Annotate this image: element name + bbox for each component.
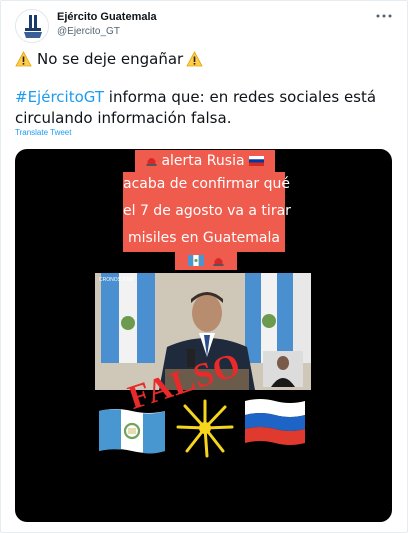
alarm-light-icon [213,254,224,266]
guatemala-flag-icon [188,254,205,266]
tweet-body: #EjércitoGT informa que: en redes social… [15,87,385,129]
tweet-card: Ejército Guatemala @Ejercito_GT No se de… [0,0,408,533]
alert-caption-box: acaba de confirmar qué el 7 de agosto va… [123,172,291,252]
alert-line-3: el 7 de agosto va a tirar [123,203,291,219]
display-name[interactable]: Ejército Guatemala [57,11,157,23]
tweet-first-line: No se deje engañar [15,50,203,68]
hashtag-link[interactable]: #EjércitoGT [15,88,104,106]
alert-line-4: misiles en Guatemala [128,230,280,246]
ellipsis-icon[interactable] [375,9,393,23]
explosion-icon [175,397,235,459]
alert-line-2: acaba de confirmar qué [123,176,290,192]
warning-icon [15,51,32,67]
army-logo-icon [16,10,48,42]
translate-tweet-link[interactable]: Translate Tweet [15,128,71,137]
alarm-light-icon [146,154,157,166]
channel-logo-text: CRONOS TIME [99,277,135,283]
tweet-header: Ejército Guatemala @Ejercito_GT [15,7,393,43]
tweet-media[interactable]: alerta Rusia acaba de confirmar qué el 7… [15,149,392,522]
user-handle[interactable]: @Ejercito_GT [57,26,120,37]
alert-caption-box: alerta Rusia [135,150,275,172]
warning-icon [186,51,203,67]
alert-caption-box [175,252,237,270]
russia-flag-icon [243,397,307,447]
russia-flag-icon [249,154,264,166]
avatar[interactable] [15,9,49,43]
alert-line-1: alerta Rusia [161,153,245,169]
guatemala-flag-icon [97,407,167,455]
tweet-first-line-text: No se deje engañar [37,50,184,68]
